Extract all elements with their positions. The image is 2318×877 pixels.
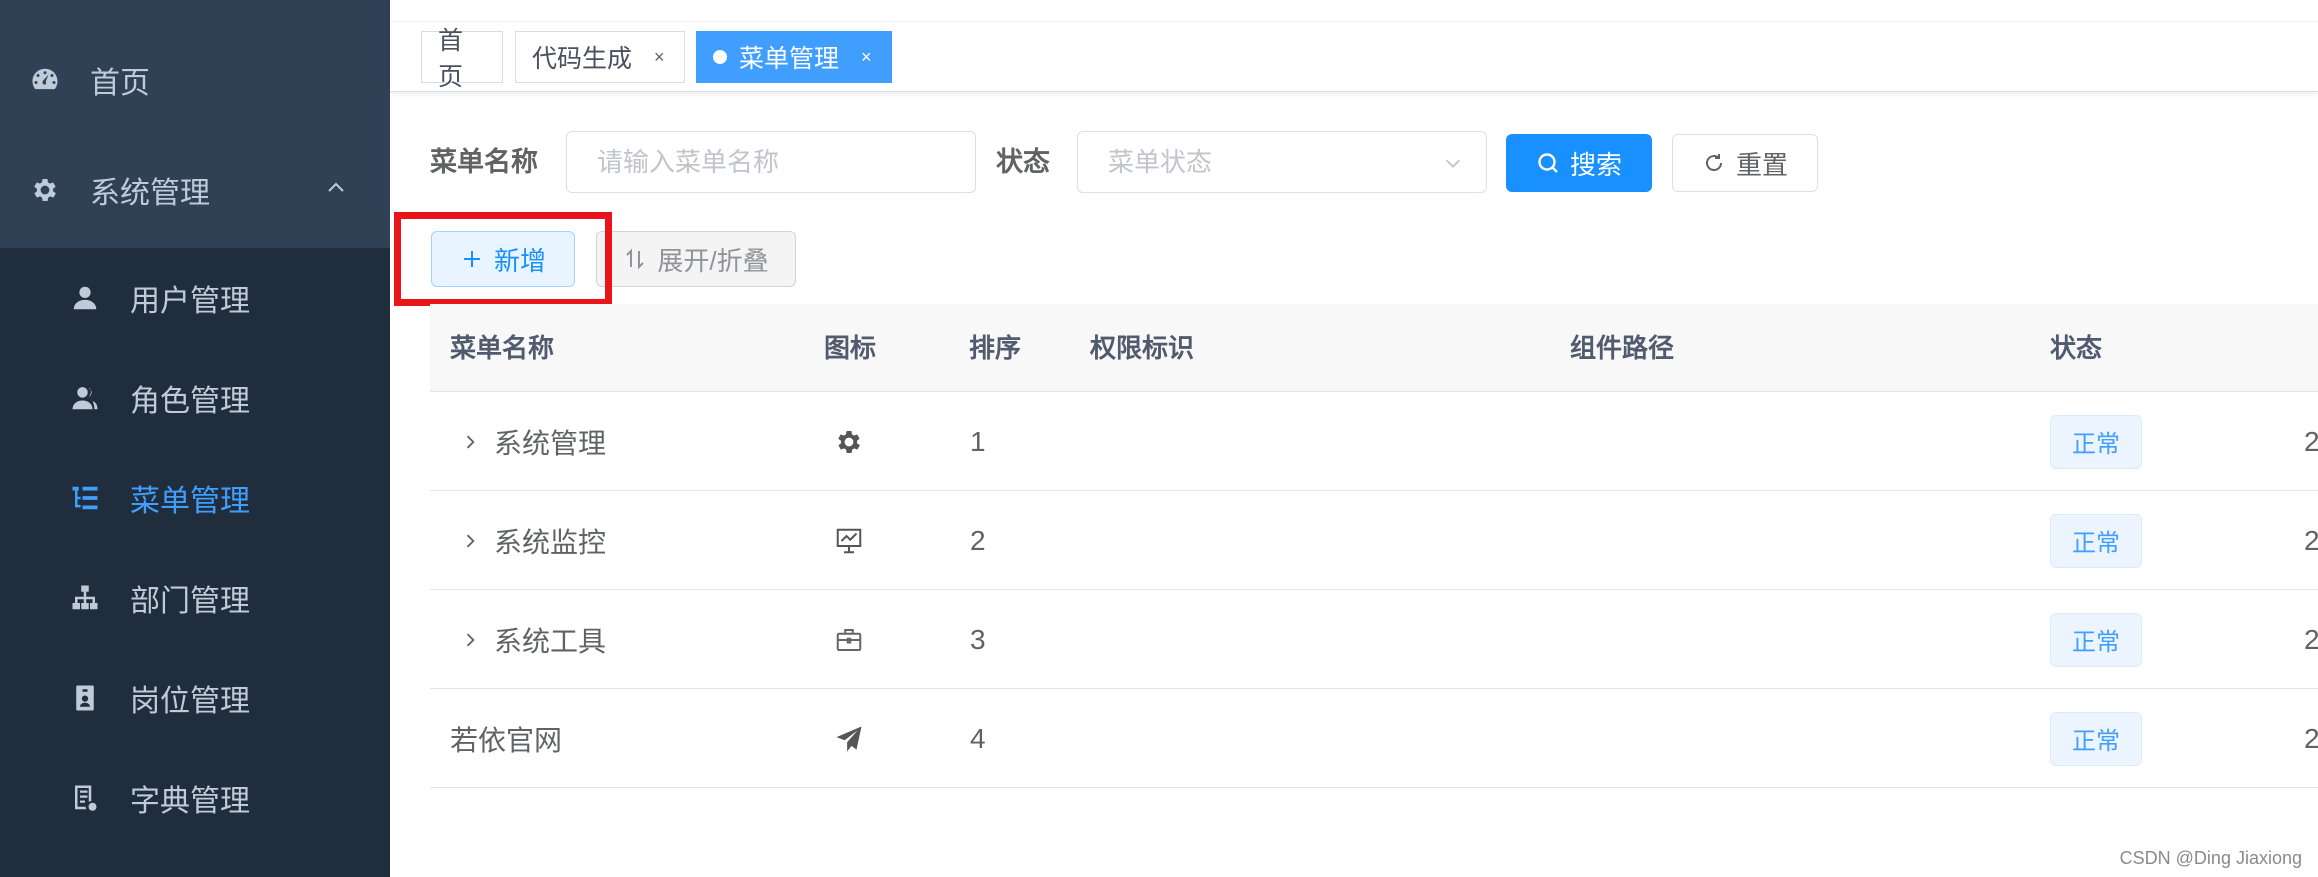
- peoples-icon: [68, 381, 102, 415]
- search-button[interactable]: 搜索: [1506, 134, 1652, 192]
- menu-name-label: 菜单名称: [430, 147, 538, 177]
- navbar-strip: [390, 0, 2318, 22]
- sidebar-item-label: 首页: [90, 67, 150, 100]
- watermark-text: CSDN @Ding Jiaxiong: [2119, 848, 2302, 868]
- icon-cell: [834, 689, 864, 788]
- user-icon: [68, 281, 102, 315]
- chevron-right-icon[interactable]: [460, 432, 480, 452]
- create-time-cell: 2: [2304, 524, 2318, 556]
- gear-icon: [28, 173, 62, 207]
- create-time-cell: 2: [2304, 623, 2318, 655]
- sidebar: 首页 系统管理 用户管理 角色管理 菜单管理 部门管理 岗位管理 字典管理: [0, 0, 390, 877]
- expand-collapse-button[interactable]: 展开/折叠: [596, 231, 796, 287]
- status-badge: 正常: [2050, 513, 2142, 568]
- system-gear-icon: [838, 430, 860, 453]
- menu-name-cell: 若依官网: [450, 689, 562, 788]
- tag-menu-management[interactable]: 菜单管理 ×: [696, 31, 892, 83]
- tag-label: 代码生成: [532, 45, 633, 73]
- chevron-down-icon: [1445, 159, 1461, 168]
- table-row[interactable]: 系统管理 1 正常 2: [430, 392, 2318, 491]
- sidebar-item-users[interactable]: 用户管理: [0, 258, 390, 338]
- column-header[interactable]: 权限标识: [1090, 304, 1194, 392]
- tag-home[interactable]: 首页: [421, 27, 503, 91]
- column-header[interactable]: 排序: [969, 304, 1021, 392]
- refresh-icon: [1706, 154, 1722, 171]
- status-badge: 正常: [2050, 414, 2142, 469]
- search-icon: [1538, 153, 1558, 173]
- icon-cell: [834, 392, 864, 491]
- sidebar-item-dictionary[interactable]: 字典管理: [0, 758, 390, 838]
- sidebar-item-menus[interactable]: 菜单管理: [0, 458, 390, 538]
- sidebar-item-label: 用户管理: [130, 285, 250, 318]
- menu-name-cell: 系统管理: [460, 392, 606, 491]
- tool-box-icon: [836, 628, 862, 651]
- sidebar-item-label: 岗位管理: [130, 685, 250, 718]
- sidebar-item-label: 系统管理: [90, 177, 210, 210]
- status-cell: 正常: [2050, 392, 2142, 491]
- chevron-up-icon: [328, 182, 344, 192]
- icon-cell: [834, 590, 864, 689]
- order-cell: 1: [970, 425, 986, 457]
- dict-icon: [68, 781, 102, 815]
- tag-label: 首页: [438, 27, 464, 91]
- menu-name-cell: 系统监控: [460, 491, 606, 590]
- order-cell: 3: [970, 623, 986, 655]
- column-header[interactable]: 组件路径: [1570, 304, 1674, 392]
- status-select[interactable]: 菜单状态: [1077, 131, 1487, 193]
- create-time-cell: 2: [2304, 425, 2318, 457]
- monitor-icon: [836, 528, 862, 553]
- sort-icon: [626, 248, 645, 270]
- dashboard-icon: [28, 63, 62, 97]
- reset-button[interactable]: 重置: [1672, 134, 1818, 192]
- sidebar-item-system[interactable]: 系统管理: [0, 150, 390, 230]
- icon-cell: [834, 491, 864, 590]
- menu-name-input[interactable]: 请输入菜单名称: [566, 131, 976, 193]
- chevron-right-icon[interactable]: [460, 531, 480, 551]
- menu-name: 系统监控: [494, 526, 607, 558]
- order-cell: 4: [970, 722, 986, 754]
- chevron-right-icon[interactable]: [460, 630, 480, 650]
- column-header[interactable]: 状态: [2050, 304, 2102, 392]
- table-header: 菜单名称 图标 排序 权限标识 组件路径 状态: [430, 304, 2318, 392]
- status-cell: 正常: [2050, 491, 2142, 590]
- expand-button-label: 展开/折叠: [657, 245, 769, 276]
- column-header[interactable]: 菜单名称: [450, 304, 554, 392]
- reset-button-label: 重置: [1735, 149, 1788, 180]
- tag-code-gen[interactable]: 代码生成 ×: [515, 31, 685, 83]
- table-row[interactable]: 若依官网 4 正常 2: [430, 689, 2318, 788]
- menu-name: 系统工具: [494, 625, 607, 657]
- column-header[interactable]: 图标: [824, 304, 876, 392]
- tree-icon: [68, 581, 102, 615]
- sidebar-item-departments[interactable]: 部门管理: [0, 558, 390, 638]
- table-row[interactable]: 系统工具 3 正常 2: [430, 590, 2318, 689]
- status-cell: 正常: [2050, 590, 2142, 689]
- post-icon: [68, 681, 102, 715]
- status-cell: 正常: [2050, 689, 2142, 788]
- annotation-highlight-box: [394, 212, 612, 306]
- search-button-label: 搜索: [1569, 149, 1622, 180]
- tag-label: 菜单管理: [739, 45, 840, 73]
- sidebar-item-roles[interactable]: 角色管理: [0, 358, 390, 438]
- sidebar-item-label: 菜单管理: [130, 485, 250, 518]
- active-dot-icon: [713, 50, 727, 64]
- menu-name: 若依官网: [450, 724, 563, 756]
- sidebar-item-home[interactable]: 首页: [0, 40, 390, 120]
- status-label: 状态: [996, 147, 1050, 177]
- status-badge: 正常: [2050, 711, 2142, 766]
- close-icon[interactable]: ×: [654, 47, 665, 68]
- sidebar-item-label: 部门管理: [130, 585, 250, 618]
- table-row[interactable]: 系统监控 2 正常 2: [430, 491, 2318, 590]
- status-badge: 正常: [2050, 612, 2142, 667]
- sidebar-item-label: 角色管理: [130, 385, 250, 418]
- sidebar-item-posts[interactable]: 岗位管理: [0, 658, 390, 738]
- status-select-placeholder: 菜单状态: [1108, 147, 1213, 177]
- order-cell: 2: [970, 524, 986, 556]
- sidebar-item-label: 字典管理: [130, 785, 250, 818]
- guide-plane-icon: [836, 726, 862, 751]
- close-icon[interactable]: ×: [861, 47, 872, 68]
- create-time-cell: 2: [2304, 722, 2318, 754]
- menu-name-cell: 系统工具: [460, 590, 606, 689]
- menu-name: 系统管理: [494, 427, 607, 459]
- tree-table-icon: [68, 481, 102, 515]
